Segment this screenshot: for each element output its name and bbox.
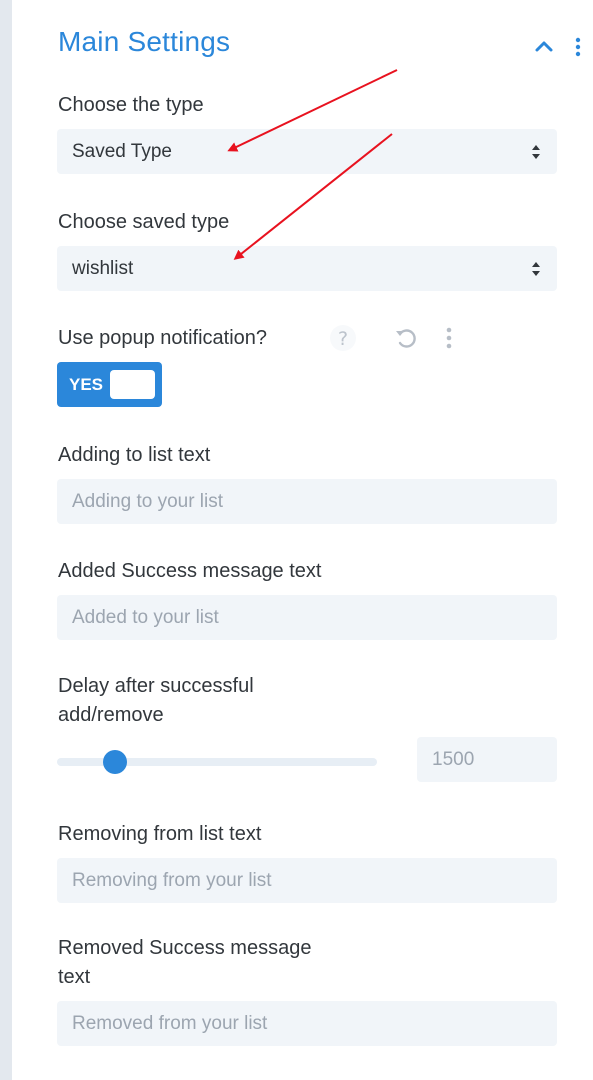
- select-arrows-icon: [532, 262, 540, 276]
- delay-label-line2: add/remove: [58, 704, 164, 726]
- svg-text:?: ?: [338, 328, 348, 350]
- type-select[interactable]: Saved Type: [57, 129, 557, 174]
- added-label: Added Success message text: [58, 560, 322, 582]
- type-select-value: Saved Type: [72, 141, 173, 162]
- left-edge-strip: [0, 0, 12, 1080]
- removed-text-input[interactable]: Removed from your list: [57, 1001, 557, 1046]
- chevron-up-icon[interactable]: [532, 34, 556, 58]
- help-icon[interactable]: ?: [329, 324, 357, 352]
- toggle-knob: [110, 370, 155, 399]
- reset-icon[interactable]: [392, 324, 420, 352]
- adding-text-placeholder: Adding to your list: [72, 491, 224, 512]
- type-label: Choose the type: [58, 94, 204, 116]
- saved-type-select-value: wishlist: [72, 258, 134, 279]
- removing-text-placeholder: Removing from your list: [72, 870, 272, 891]
- removing-text-input[interactable]: Removing from your list: [57, 858, 557, 903]
- adding-text-input[interactable]: Adding to your list: [57, 479, 557, 524]
- delay-label-line1: Delay after successful: [58, 675, 254, 697]
- delay-slider-thumb[interactable]: [102, 750, 127, 774]
- added-text-input[interactable]: Added to your list: [57, 595, 557, 640]
- more-icon[interactable]: [435, 324, 463, 352]
- toggle-yes-label: YES: [69, 375, 104, 394]
- popup-toggle[interactable]: YES: [57, 362, 162, 407]
- saved-type-label: Choose saved type: [58, 211, 230, 233]
- panel-title: Main Settings: [58, 26, 231, 57]
- delay-value-input[interactable]: 1500: [417, 737, 557, 782]
- removed-label-line1: Removed Success message: [58, 937, 312, 959]
- saved-type-select[interactable]: wishlist: [57, 246, 557, 291]
- kebab-icon[interactable]: [570, 35, 586, 59]
- removing-label: Removing from list text: [58, 823, 262, 845]
- select-arrows-icon: [532, 145, 540, 159]
- removed-text-placeholder: Removed from your list: [72, 1013, 268, 1034]
- adding-label: Adding to list text: [58, 444, 211, 466]
- removed-label-line2: text: [58, 966, 91, 988]
- popup-label: Use popup notification?: [58, 327, 268, 349]
- added-text-placeholder: Added to your list: [72, 607, 219, 628]
